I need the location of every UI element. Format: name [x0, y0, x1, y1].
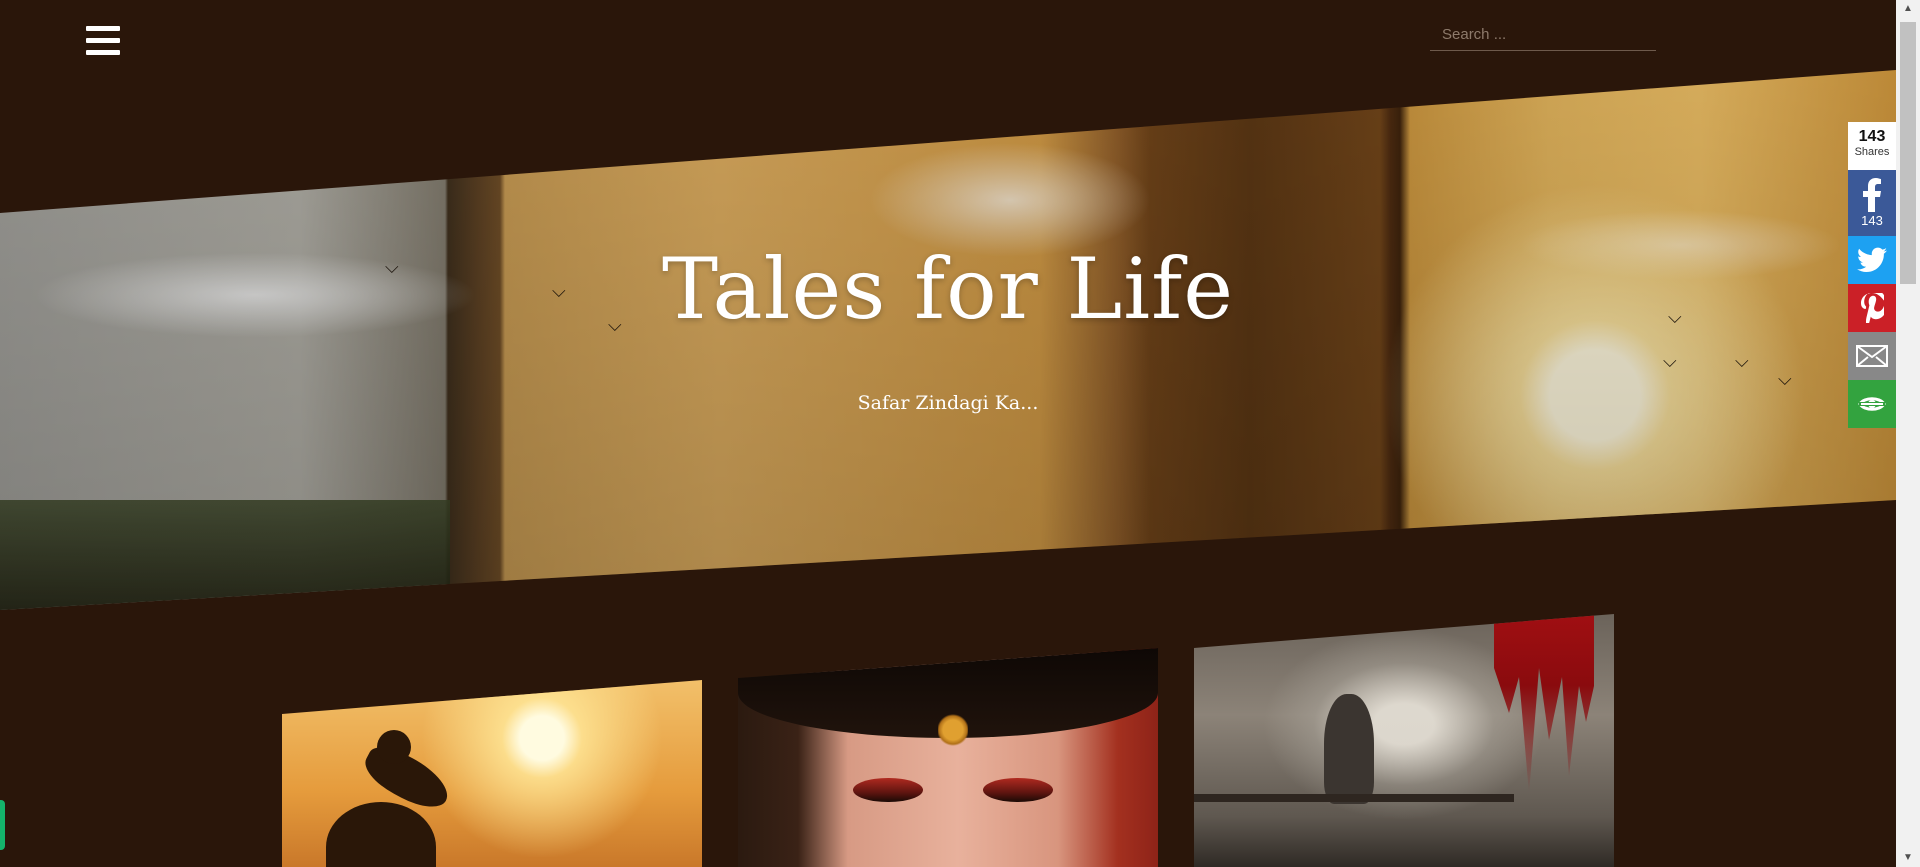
social-share-bar: 143 Shares 143 [1848, 122, 1896, 428]
hamburger-menu-icon[interactable] [86, 26, 120, 56]
search-input[interactable] [1430, 18, 1656, 50]
post-thumbnail[interactable] [738, 648, 1158, 867]
bird-icon: ⌵ [1735, 351, 1749, 371]
site-title: Tales for Life [0, 240, 1896, 338]
scrollbar-thumb[interactable] [1900, 22, 1916, 284]
chat-widget-tab[interactable] [0, 800, 5, 850]
twitter-share-button[interactable] [1848, 236, 1896, 284]
site-title-link[interactable]: Tales for Life [662, 240, 1234, 338]
site-tagline: Safar Zindagi Ka... [857, 392, 1039, 414]
post-thumbnail[interactable] [1194, 614, 1614, 867]
facebook-share-count: 143 [1861, 213, 1883, 228]
facebook-icon [1863, 178, 1881, 212]
sitting-girl [1324, 694, 1374, 804]
more-share-button[interactable] [1848, 380, 1896, 428]
search-form [1430, 18, 1656, 51]
email-share-button[interactable] [1848, 332, 1896, 380]
post-thumbnail[interactable] [282, 680, 702, 867]
scroll-up-arrow-icon[interactable]: ▲ [1896, 0, 1920, 18]
more-share-icon [1858, 397, 1886, 411]
bird-icon: ⌵ [1663, 351, 1677, 371]
twitter-icon [1857, 247, 1887, 272]
hero-banner: ⌵ ⌵ ⌵ ⌵ ⌵ ⌵ ⌵ [0, 70, 1896, 610]
page-scrollbar[interactable]: ▲ ▼ [1896, 0, 1920, 867]
hero-shade [0, 70, 1896, 610]
maang-tikka [938, 688, 968, 748]
share-total: 143 Shares [1848, 122, 1896, 170]
pinterest-icon [1861, 293, 1884, 323]
bride-eye [983, 778, 1053, 802]
email-icon [1856, 345, 1888, 367]
pinterest-share-button[interactable] [1848, 284, 1896, 332]
silhouette-child-head [377, 730, 411, 764]
share-total-count: 143 [1858, 128, 1886, 145]
menu-bar [86, 26, 120, 31]
silhouette-parent [326, 802, 436, 867]
facebook-share-button[interactable]: 143 [1848, 170, 1896, 236]
share-total-label: Shares [1854, 146, 1890, 158]
bird-icon: ⌵ [1778, 369, 1792, 389]
menu-bar [86, 38, 120, 43]
menu-bar [86, 50, 120, 55]
scroll-down-arrow-icon[interactable]: ▼ [1896, 849, 1920, 867]
bride-eye [853, 778, 923, 802]
blood-drip [1494, 614, 1594, 794]
bench [1194, 794, 1514, 802]
